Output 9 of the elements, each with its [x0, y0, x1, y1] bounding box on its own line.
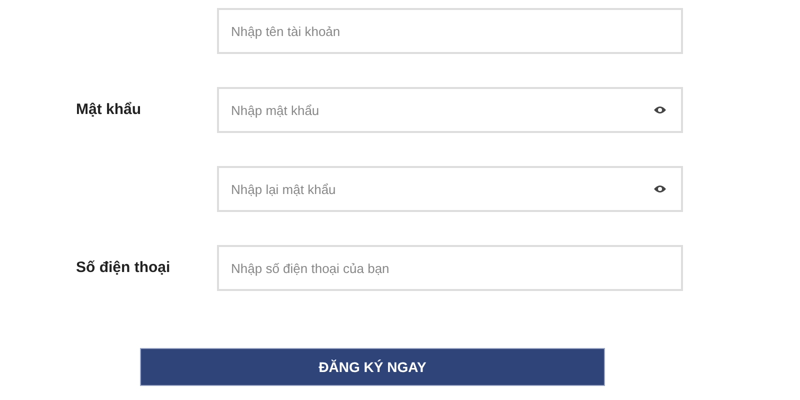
input-field[interactable]: Nhập số điện thoại của bạn [217, 245, 683, 291]
field-label: Số điện thoại [76, 259, 170, 276]
eye-icon[interactable] [653, 184, 667, 194]
password-field[interactable]: Nhập mật khẩu [217, 87, 683, 133]
register-button[interactable]: ĐĂNG KÝ NGAY [140, 348, 605, 386]
eye-icon[interactable] [653, 105, 667, 115]
password-field[interactable]: Nhập lại mật khẩu [217, 166, 683, 212]
field-label: Mật khẩu [76, 101, 142, 118]
input-field[interactable]: Nhập tên tài khoản [217, 8, 683, 54]
